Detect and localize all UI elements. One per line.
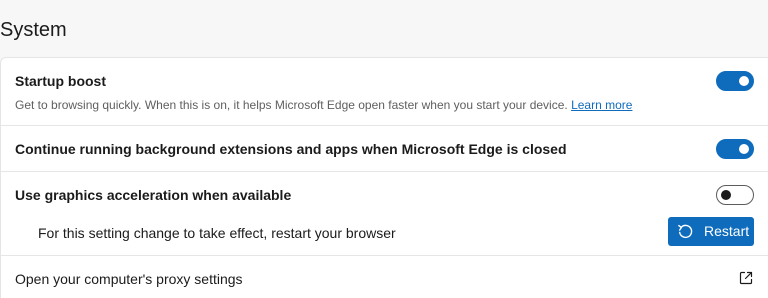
startup-boost-toggle[interactable] — [716, 71, 754, 91]
startup-boost-label: Startup boost — [15, 73, 106, 89]
graphics-acceleration-label: Use graphics acceleration when available — [15, 187, 292, 203]
restart-icon — [678, 224, 693, 239]
learn-more-link[interactable]: Learn more — [571, 98, 632, 112]
settings-card: Startup boost Get to browsing quickly. W… — [0, 57, 768, 298]
toggle-knob — [739, 144, 749, 154]
restart-button-label: Restart — [704, 223, 750, 239]
toggle-knob — [739, 76, 749, 86]
background-apps-toggle[interactable] — [716, 139, 754, 159]
background-apps-label: Continue running background extensions a… — [15, 141, 567, 157]
startup-boost-description-text: Get to browsing quickly. When this is on… — [15, 98, 568, 112]
section-title: System — [0, 19, 67, 41]
toggle-knob — [721, 190, 731, 200]
graphics-acceleration-toggle[interactable] — [716, 185, 754, 205]
divider — [1, 255, 768, 256]
restart-message: For this setting change to take effect, … — [38, 225, 396, 241]
external-link-icon[interactable] — [738, 270, 754, 286]
proxy-settings-label[interactable]: Open your computer's proxy settings — [15, 270, 243, 288]
system-settings-page: System Startup boost Get to browsing qui… — [0, 0, 768, 298]
divider — [1, 171, 768, 172]
divider — [1, 125, 768, 126]
startup-boost-description: Get to browsing quickly. When this is on… — [15, 97, 632, 113]
restart-button[interactable]: Restart — [668, 217, 754, 246]
